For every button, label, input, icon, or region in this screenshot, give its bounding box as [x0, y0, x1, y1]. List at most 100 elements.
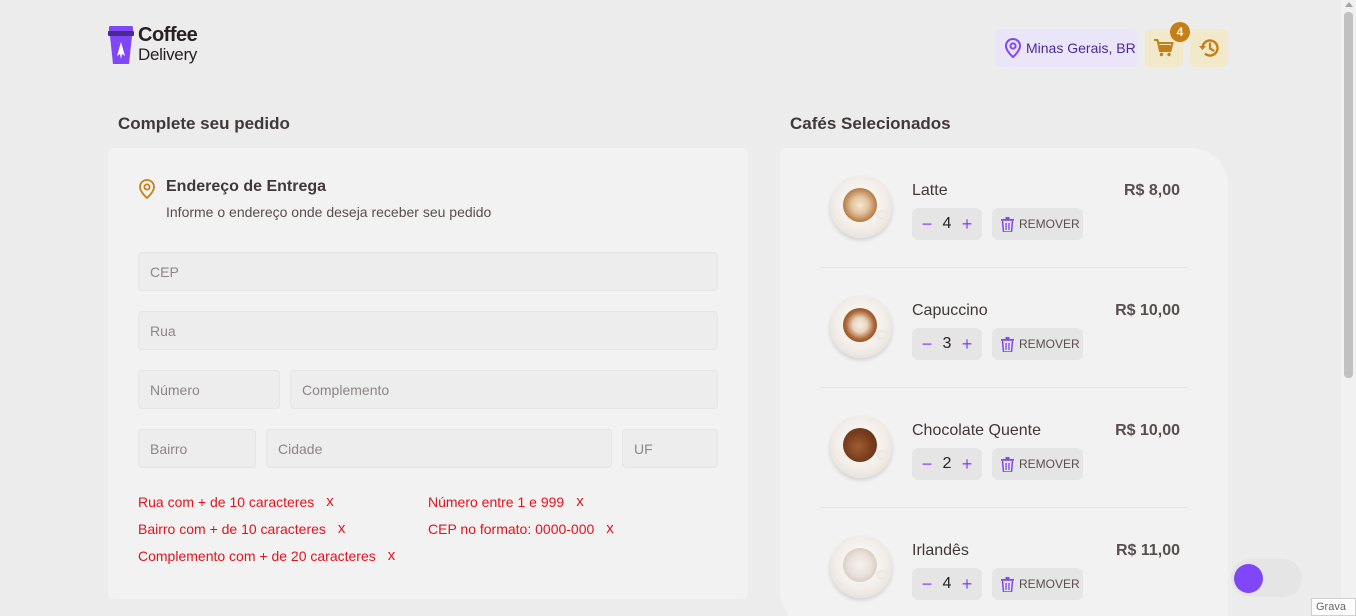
error-text: CEP no formato: 0000-000: [428, 520, 595, 537]
item-price: R$ 11,00: [1115, 542, 1180, 559]
location-text: Minas Gerais, BR: [1026, 40, 1136, 56]
trash-icon: [1001, 216, 1014, 232]
item-name: Irlandês: [912, 542, 969, 559]
plus-button[interactable]: +: [960, 455, 974, 473]
coffee-image: [830, 536, 892, 598]
item-price: R$ 10,00: [1115, 422, 1180, 439]
error-street: Rua com + de 10 caracteres x: [138, 493, 334, 510]
plus-button[interactable]: +: [960, 215, 974, 233]
item-price: R$ 8,00: [1123, 182, 1180, 199]
scroll-up-arrow-icon[interactable]: [1345, 2, 1353, 7]
address-card: Endereço de Entrega Informe o endereço o…: [108, 148, 748, 599]
shopping-cart-icon: [1154, 39, 1174, 57]
cup-handle: [876, 570, 890, 580]
trash-icon: [1001, 336, 1014, 352]
cup-handle: [876, 450, 890, 460]
cup-handle: [876, 210, 890, 220]
address-header: Endereço de Entrega Informe o endereço o…: [138, 178, 491, 220]
error-neighborhood: Bairro com + de 10 caracteres x: [138, 520, 345, 537]
quantity-stepper: − 3 +: [912, 328, 982, 360]
cep-input[interactable]: CEP: [138, 252, 718, 291]
cart-count-badge: 4: [1170, 22, 1190, 42]
item-price: R$ 10,00: [1115, 302, 1180, 319]
close-icon[interactable]: x: [606, 520, 614, 537]
trash-icon: [1001, 576, 1014, 592]
toggle-knob: [1234, 564, 1263, 593]
close-icon[interactable]: x: [326, 493, 334, 510]
remove-button[interactable]: REMOVER: [992, 208, 1083, 240]
error-cep: CEP no formato: 0000-000 x: [428, 520, 614, 537]
cup-handle: [876, 330, 890, 340]
scrollbar[interactable]: [1341, 0, 1356, 616]
history-button[interactable]: [1190, 29, 1228, 67]
logo[interactable]: Coffee Delivery: [108, 24, 198, 65]
cart-title: Cafés Selecionados: [790, 114, 951, 133]
map-pin-icon: [1004, 38, 1022, 58]
quantity-value: 4: [942, 215, 952, 232]
quantity-stepper: − 4 +: [912, 208, 982, 240]
map-pin-icon: [139, 179, 155, 199]
minus-button[interactable]: −: [920, 335, 934, 353]
item-name: Capuccino: [912, 302, 988, 319]
error-text: Número entre 1 e 999: [428, 493, 565, 510]
minus-button[interactable]: −: [920, 455, 934, 473]
cart-item: Capuccino R$ 10,00 − 3 + REMOVER: [820, 268, 1188, 388]
cart-item: Irlandês R$ 11,00 − 4 + REMOVER: [820, 508, 1188, 616]
cart-item: Latte R$ 8,00 − 4 + REMOVER: [820, 148, 1188, 268]
plus-button[interactable]: +: [960, 575, 974, 593]
address-title: Endereço de Entrega: [166, 178, 327, 195]
checkout-title: Complete seu pedido: [118, 114, 290, 133]
grava-label: Grava: [1316, 601, 1346, 613]
city-input[interactable]: Cidade: [266, 429, 612, 468]
coffee-cup-logo-icon: [108, 26, 134, 64]
coffee-image: [830, 296, 892, 358]
remove-label: REMOVER: [1019, 457, 1080, 471]
address-subtitle: Informe o endereço onde deseja receber s…: [166, 204, 492, 220]
street-input[interactable]: Rua: [138, 311, 718, 350]
header: Coffee Delivery Minas Gerais, BR 4: [0, 0, 1356, 96]
logo-line-2: Delivery: [138, 45, 198, 64]
plus-button[interactable]: +: [960, 335, 974, 353]
cream-surface: [843, 548, 877, 582]
coffee-image: [830, 176, 892, 238]
remove-button[interactable]: REMOVER: [992, 328, 1083, 360]
remove-label: REMOVER: [1019, 577, 1080, 591]
item-name: Chocolate Quente: [912, 422, 1041, 439]
number-input[interactable]: Número: [138, 370, 280, 409]
close-icon[interactable]: x: [338, 520, 346, 537]
trash-icon: [1001, 456, 1014, 472]
error-number: Número entre 1 e 999 x: [428, 493, 584, 510]
minus-button[interactable]: −: [920, 215, 934, 233]
error-text: Complemento com + de 20 caracteres: [138, 547, 376, 564]
theme-toggle[interactable]: [1231, 559, 1302, 597]
item-name: Latte: [912, 182, 948, 199]
remove-label: REMOVER: [1019, 217, 1080, 231]
scrollbar-thumb[interactable]: [1344, 12, 1353, 378]
remove-label: REMOVER: [1019, 337, 1080, 351]
cart-item: Chocolate Quente R$ 10,00 − 2 + REMOVER: [820, 388, 1188, 508]
remove-button[interactable]: REMOVER: [992, 568, 1083, 600]
error-complement: Complemento com + de 20 caracteres x: [138, 547, 395, 564]
close-icon[interactable]: x: [388, 547, 396, 564]
close-icon[interactable]: x: [576, 493, 584, 510]
quantity-value: 4: [942, 575, 952, 592]
chocolate-surface: [843, 428, 877, 462]
minus-button[interactable]: −: [920, 575, 934, 593]
location-badge[interactable]: Minas Gerais, BR: [995, 29, 1138, 67]
neighborhood-input[interactable]: Bairro: [138, 429, 256, 468]
history-icon: [1199, 39, 1219, 57]
quantity-value: 3: [942, 335, 952, 352]
latte-art: [843, 188, 877, 222]
grava-widget[interactable]: Grava: [1311, 598, 1356, 616]
logo-text: Coffee Delivery: [138, 24, 198, 65]
remove-button[interactable]: REMOVER: [992, 448, 1083, 480]
latte-art: [843, 308, 877, 342]
cart-card: Latte R$ 8,00 − 4 + REMOVER Capuccino R$…: [780, 148, 1228, 616]
coffee-image: [830, 416, 892, 478]
logo-line-1: Coffee: [138, 24, 198, 46]
uf-input[interactable]: UF: [622, 429, 718, 468]
quantity-stepper: − 4 +: [912, 568, 982, 600]
complement-input[interactable]: Complemento: [290, 370, 718, 409]
error-text: Rua com + de 10 caracteres: [138, 493, 315, 510]
quantity-stepper: − 2 +: [912, 448, 982, 480]
